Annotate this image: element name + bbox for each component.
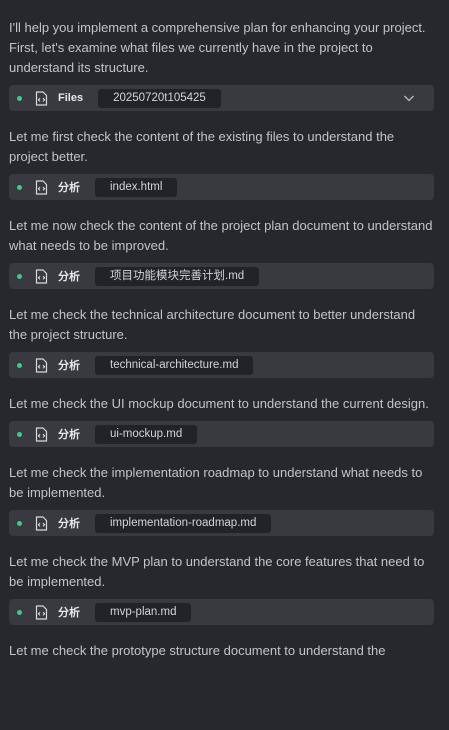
tool-call-analyze[interactable]: 分析 implementation-roadmap.md [9, 510, 434, 536]
file-chip[interactable]: 20250720t105425 [98, 88, 221, 108]
tool-label: 分析 [58, 271, 80, 283]
file-code-icon [35, 179, 48, 195]
assistant-message: Let me check the prototype structure doc… [9, 643, 386, 658]
assistant-message: Let me check the technical architecture … [9, 307, 416, 342]
tool-call-analyze[interactable]: 分析 mvp-plan.md [9, 599, 434, 625]
tool-label: Files [58, 92, 84, 104]
tool-call-files[interactable]: Files 20250720t105425 [9, 85, 434, 111]
file-code-icon [35, 604, 48, 620]
status-dot [17, 520, 22, 526]
file-chip[interactable]: ui-mockup.md [95, 424, 198, 444]
assistant-message: Let me check the implementation roadmap … [9, 465, 423, 500]
assistant-message: Let me check the MVP plan to understand … [9, 554, 425, 589]
status-dot [17, 609, 22, 615]
status-dot [17, 95, 22, 101]
file-code-icon [35, 357, 48, 373]
file-code-icon [35, 426, 48, 442]
tool-call-analyze[interactable]: 分析 ui-mockup.md [9, 421, 434, 447]
file-chip[interactable]: implementation-roadmap.md [95, 513, 272, 533]
tool-label: 分析 [58, 429, 80, 441]
status-dot [17, 273, 22, 279]
tool-label: 分析 [58, 607, 80, 619]
assistant-message: Let me check the UI mockup document to u… [9, 396, 429, 411]
file-chip[interactable]: 项目功能模块完善计划.md [95, 266, 260, 286]
file-code-icon [35, 90, 48, 106]
status-dot [17, 184, 22, 190]
file-chip[interactable]: mvp-plan.md [95, 602, 192, 622]
assistant-message: Let me now check the content of the proj… [9, 218, 433, 253]
tool-call-analyze[interactable]: 分析 项目功能模块完善计划.md [9, 263, 434, 289]
tool-label: 分析 [58, 182, 80, 194]
file-code-icon [35, 515, 48, 531]
tool-label: 分析 [58, 360, 80, 372]
tool-call-analyze[interactable]: 分析 technical-architecture.md [9, 352, 434, 378]
assistant-message: I'll help you implement a comprehensive … [9, 20, 426, 75]
chat-transcript: I'll help you implement a comprehensive … [0, 0, 449, 730]
status-dot [17, 431, 22, 437]
file-chip[interactable]: technical-architecture.md [95, 355, 254, 375]
tool-call-analyze[interactable]: 分析 index.html [9, 174, 434, 200]
file-code-icon [35, 268, 48, 284]
status-dot [17, 362, 22, 368]
file-chip[interactable]: index.html [95, 177, 178, 197]
assistant-message: Let me first check the content of the ex… [9, 129, 395, 164]
chevron-down-icon[interactable] [402, 91, 416, 105]
tool-label: 分析 [58, 518, 80, 530]
